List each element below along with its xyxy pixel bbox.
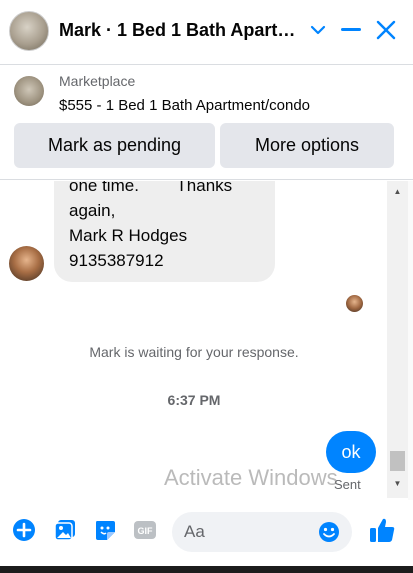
gif-icon[interactable]: GIF xyxy=(133,518,157,542)
listing-thumbnail[interactable] xyxy=(14,76,44,106)
thumbs-up-icon[interactable] xyxy=(368,516,396,544)
sender-avatar[interactable] xyxy=(9,246,44,281)
incoming-message-line: 9135387912 xyxy=(69,251,164,270)
incoming-message-line: Mark R Hodges xyxy=(69,226,188,245)
more-options-button[interactable]: More options xyxy=(220,123,394,168)
scroll-down-arrow-icon[interactable]: ▼ xyxy=(387,479,408,489)
message-input[interactable] xyxy=(184,512,312,552)
waiting-notice: Mark is waiting for your response. xyxy=(89,344,299,360)
incoming-message-line: again, xyxy=(69,201,116,220)
chat-title[interactable]: Mark · 1 Bed 1 Bath Apart… xyxy=(59,20,295,41)
minimize-icon[interactable] xyxy=(337,16,365,44)
message-thread[interactable]: one time. Thanks again, Mark R Hodges 91… xyxy=(0,181,413,498)
close-icon[interactable] xyxy=(372,16,400,44)
svg-text:GIF: GIF xyxy=(138,526,154,536)
seen-indicator-avatar xyxy=(346,295,363,312)
outgoing-message-bubble[interactable]: ok xyxy=(326,431,376,473)
message-timestamp: 6:37 PM xyxy=(167,392,221,408)
listing-title[interactable]: $555 - 1 Bed 1 Bath Apartment/condo xyxy=(59,97,310,114)
scroll-up-arrow-icon[interactable]: ▲ xyxy=(387,187,408,197)
chat-header: Mark · 1 Bed 1 Bath Apart… xyxy=(0,0,413,64)
mark-as-pending-button[interactable]: Mark as pending xyxy=(14,123,215,168)
chevron-down-icon[interactable] xyxy=(304,16,332,44)
marketplace-listing-card: Marketplace $555 - 1 Bed 1 Bath Apartmen… xyxy=(0,64,413,180)
add-icon[interactable] xyxy=(12,518,36,542)
message-composer: GIF xyxy=(0,500,413,566)
taskbar-edge xyxy=(0,566,413,573)
thread-scrollbar[interactable]: ▲ ▼ xyxy=(387,181,408,498)
emoji-icon[interactable] xyxy=(318,521,340,543)
sent-status: Sent xyxy=(334,477,361,492)
listing-source-label: Marketplace xyxy=(59,73,136,89)
contact-avatar[interactable] xyxy=(9,11,49,51)
photo-icon[interactable] xyxy=(53,518,77,542)
sticker-icon[interactable] xyxy=(93,518,117,542)
message-input-container[interactable] xyxy=(172,512,352,552)
incoming-message-line: one time. Thanks xyxy=(69,181,233,195)
scroll-thumb[interactable] xyxy=(390,451,405,471)
